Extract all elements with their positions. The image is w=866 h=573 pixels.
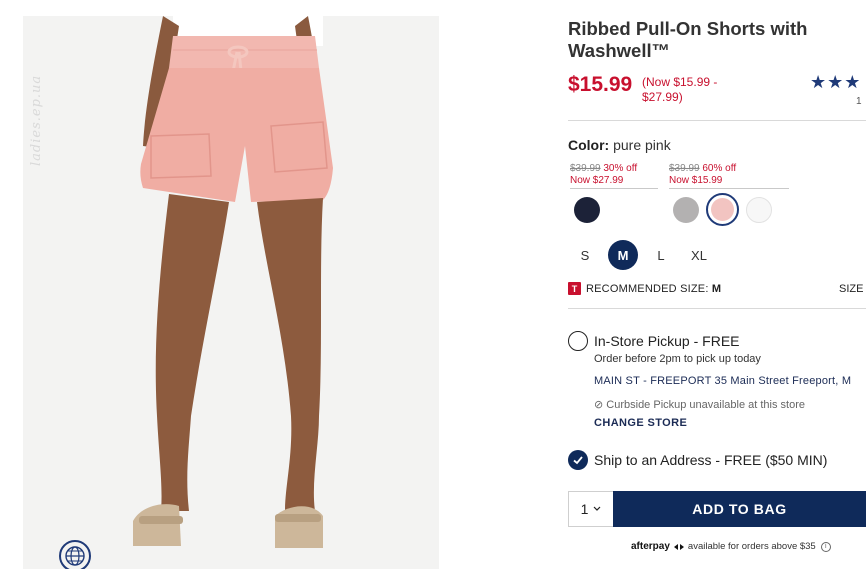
checkmark-icon (573, 456, 583, 465)
swatch-pure-pink-fill (711, 198, 734, 221)
deal-divider (669, 188, 789, 189)
price-deal-2: $39.99 60% off Now $15.99 (669, 163, 736, 187)
current-price: $15.99 (568, 73, 633, 96)
pickup-label[interactable]: In-Store Pickup - FREE (594, 333, 740, 349)
size-l[interactable]: L (646, 240, 676, 270)
swatch-navy[interactable] (574, 197, 600, 223)
quantity-select[interactable]: 1 (568, 491, 613, 527)
ship-checkbox[interactable] (568, 450, 588, 470)
pickup-radio[interactable] (568, 331, 588, 351)
afterpay-note: afterpay available for orders above $35 … (631, 541, 831, 552)
rating-stars-icon[interactable]: ★★★ (810, 72, 861, 93)
price-range-line2: $27.99) (642, 90, 683, 104)
size-xl[interactable]: XL (684, 240, 714, 270)
recommended-size[interactable]: RECOMMENDED SIZE: M (586, 283, 721, 295)
pickup-subtext: Order before 2pm to pick up today (594, 353, 761, 365)
afterpay-arrows-icon (673, 543, 684, 550)
chevron-down-icon (593, 506, 601, 511)
size-guide-link[interactable]: SIZE (839, 283, 863, 295)
product-photo (23, 16, 439, 569)
store-address: MAIN ST - FREEPORT 35 Main Street Freepo… (594, 375, 852, 387)
product-title-line2: Washwell™ (568, 40, 671, 61)
info-icon[interactable]: i (820, 541, 831, 552)
product-info-panel: Ribbed Pull-On Shorts with Washwell™ $15… (568, 0, 866, 573)
deal-now-price: Now $27.99 (570, 175, 624, 186)
recommended-size-label: RECOMMENDED SIZE: (586, 283, 709, 295)
divider (568, 120, 866, 121)
divider (568, 308, 866, 309)
color-label: Color: pure pink (568, 137, 671, 153)
swatch-pure-pink[interactable] (706, 193, 739, 226)
watermark-text: ladies.ep.ua (29, 74, 44, 166)
change-store-link[interactable]: CHANGE STORE (594, 417, 687, 429)
deal-off: 60% off (702, 163, 737, 174)
size-s[interactable]: S (570, 240, 600, 270)
afterpay-logo: afterpay (631, 541, 670, 552)
color-value: pure pink (613, 137, 671, 153)
curbside-text: Curbside Pickup unavailable at this stor… (606, 399, 806, 411)
globe-icon[interactable] (59, 540, 91, 569)
curbside-note: ⊘ Curbside Pickup unavailable at this st… (594, 398, 805, 411)
swatch-grey[interactable] (673, 197, 699, 223)
size-m[interactable]: M (608, 240, 638, 270)
deal-off: 30% off (603, 163, 638, 174)
deal-was-price: $39.99 (570, 163, 601, 174)
product-title: Ribbed Pull-On Shorts with Washwell™ (568, 18, 808, 62)
deal-now-price: Now $15.99 (669, 175, 723, 186)
true-fit-icon: T (568, 282, 581, 295)
price-deal-1: $39.99 30% off Now $27.99 (570, 163, 637, 187)
price-range: (Now $15.99 - $27.99) (642, 75, 752, 105)
deal-was-price: $39.99 (669, 163, 700, 174)
price-range-line1: (Now $15.99 - (642, 75, 718, 89)
deal-divider (570, 188, 658, 189)
quantity-value: 1 (580, 501, 589, 517)
product-title-line1: Ribbed Pull-On Shorts with (568, 18, 808, 39)
color-label-key: Color: (568, 137, 610, 153)
product-image[interactable]: ladies.ep.ua (23, 16, 439, 569)
afterpay-text: available for orders above $35 (687, 541, 816, 552)
add-to-bag-button[interactable]: ADD TO BAG (613, 491, 866, 527)
ship-label[interactable]: Ship to an Address - FREE ($50 MIN) (594, 452, 827, 468)
rating-count[interactable]: 1 (856, 96, 862, 107)
recommended-size-value: M (711, 283, 722, 295)
unavailable-icon: ⊘ (594, 399, 604, 411)
swatch-white[interactable] (746, 197, 772, 223)
